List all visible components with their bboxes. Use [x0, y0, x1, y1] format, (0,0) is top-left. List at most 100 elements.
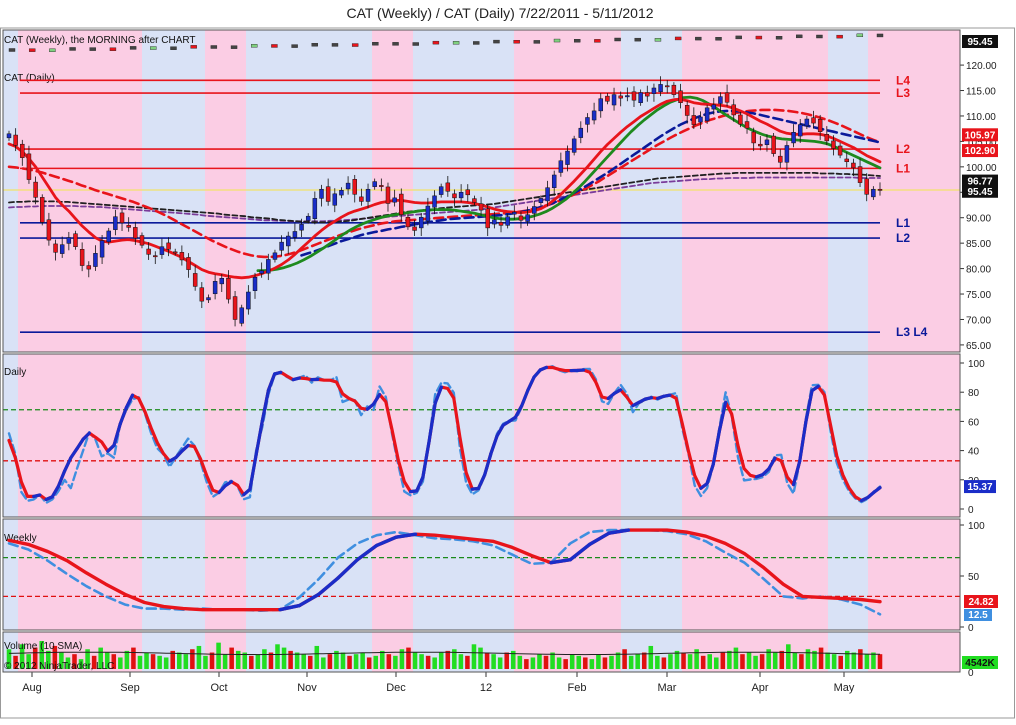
candle-body — [113, 217, 117, 230]
candle-body — [812, 118, 816, 123]
candle-body — [153, 256, 157, 257]
volume-bar — [308, 656, 313, 669]
volume-bar — [203, 656, 208, 669]
weekly-indicator-marker — [49, 49, 55, 52]
candle-body — [718, 97, 722, 104]
daily-panel-label: Daily — [4, 367, 26, 378]
volume-bar — [249, 656, 254, 669]
background-band — [413, 30, 514, 352]
volume-bar — [295, 653, 300, 669]
candle-body — [566, 151, 570, 164]
volume-bar — [465, 656, 470, 669]
volume-bar — [799, 654, 804, 669]
volume-value-badge-text: 4542K — [965, 658, 995, 669]
candle-body — [486, 209, 490, 228]
price-tick-label: 65.00 — [966, 341, 991, 352]
volume-bar — [563, 659, 568, 669]
weekly-indicator-marker — [796, 35, 802, 38]
volume-bar — [642, 653, 647, 669]
volume-bar — [406, 648, 411, 669]
candle-body — [452, 194, 456, 198]
daily-d-rising — [645, 398, 651, 399]
weekly-indicator-marker — [211, 46, 217, 49]
background-band — [868, 30, 960, 352]
volume-bar — [570, 654, 575, 669]
daily-tick-label: 80 — [968, 388, 980, 399]
chart-window: CAT (Weekly) / CAT (Daily) 7/22/2011 - 5… — [0, 0, 1016, 720]
weekly-indicator-marker — [554, 39, 560, 42]
volume-bar — [419, 654, 424, 669]
candle-body — [459, 192, 463, 198]
volume-bar — [432, 657, 437, 669]
weekly-indicator-marker — [695, 37, 701, 40]
weekly-indicator-marker — [675, 37, 681, 40]
candle-body — [353, 179, 357, 194]
candle-body — [512, 212, 516, 214]
candle-body — [652, 88, 656, 94]
volume-bar — [832, 654, 837, 669]
volume-bar — [341, 653, 346, 669]
level-label: L1 — [896, 216, 910, 230]
daily-tick-label: 60 — [968, 417, 980, 428]
candle-body — [745, 122, 749, 129]
candle-body — [712, 105, 716, 109]
candle-body — [27, 154, 31, 180]
candle-body — [446, 183, 450, 191]
candle-body — [699, 117, 703, 122]
candle-body — [479, 204, 483, 210]
candle-body — [180, 252, 184, 260]
candle-body — [825, 134, 829, 141]
candle-body — [532, 207, 536, 214]
candle-body — [40, 197, 44, 222]
weekly-indicator-marker — [413, 43, 419, 46]
price-tick-label: 100.00 — [966, 163, 997, 174]
candle-body — [506, 217, 510, 226]
candle-body — [320, 189, 324, 198]
volume-bar — [838, 656, 843, 669]
volume-bar — [740, 654, 745, 669]
volume-bar — [550, 653, 555, 669]
background-band — [142, 30, 205, 352]
candle-body — [246, 292, 250, 309]
background-band — [514, 30, 621, 352]
weekly-indicator-marker — [251, 44, 257, 47]
weekly-indicator-marker — [635, 38, 641, 41]
candle-body — [851, 163, 855, 168]
volume-bar — [118, 657, 123, 669]
weekly-value-badge-red-text: 24.82 — [968, 597, 993, 608]
volume-bar — [603, 657, 608, 669]
background-band — [246, 519, 372, 630]
background-band — [514, 354, 621, 517]
volume-bar — [852, 653, 857, 669]
daily-d-rising — [293, 378, 299, 380]
candle-body — [572, 139, 576, 152]
volume-bar — [177, 653, 182, 669]
candle-body — [213, 281, 217, 293]
candle-body — [74, 234, 78, 247]
volume-bar — [256, 654, 261, 669]
volume-bar — [753, 656, 758, 669]
volume-bar — [773, 653, 778, 669]
price-tick-label: 115.00 — [966, 87, 996, 98]
level-label: L2 — [896, 231, 910, 245]
candle-body — [273, 253, 277, 260]
weekly-indicator-marker — [332, 43, 338, 46]
candle-body — [805, 119, 809, 126]
candle-body — [871, 189, 875, 197]
weekly-indicator-marker — [594, 39, 600, 42]
candle-body — [220, 278, 224, 284]
candle-body — [399, 194, 403, 215]
volume-bar — [426, 656, 431, 669]
candle-body — [659, 84, 663, 91]
volume-bar — [282, 648, 287, 669]
x-tick-label: May — [834, 682, 855, 694]
candle-body — [286, 236, 290, 246]
candle-body — [280, 242, 284, 250]
candle-body — [765, 140, 769, 145]
candle-body — [419, 217, 423, 228]
candle-body — [599, 99, 603, 111]
weekly-indicator-marker — [776, 36, 782, 39]
daily-d-rising — [664, 395, 670, 396]
candle-body — [685, 105, 689, 115]
volume-bar — [445, 651, 450, 669]
